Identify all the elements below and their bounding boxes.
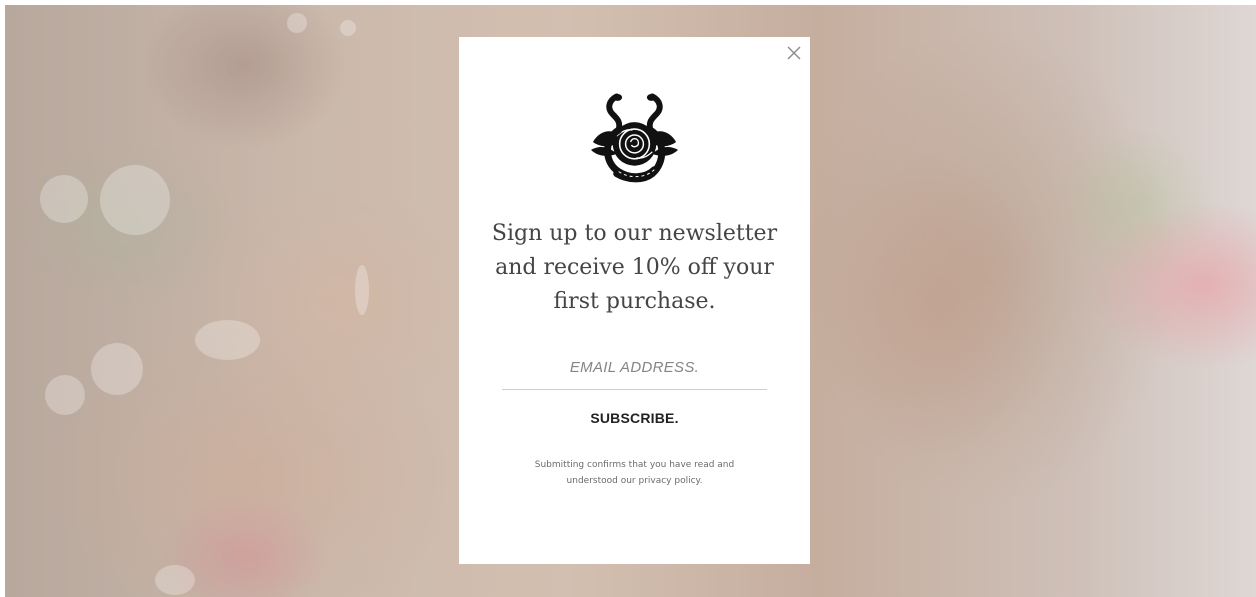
newsletter-modal: Sign up to our newsletter and receive 10… — [459, 37, 810, 564]
newsletter-headline: Sign up to our newsletter and receive 10… — [491, 221, 778, 314]
snakes-rose-logo-icon — [590, 93, 679, 183]
email-field-wrapper — [502, 345, 767, 390]
subscribe-button[interactable]: SUBSCRIBE. — [502, 400, 767, 436]
close-icon[interactable] — [786, 45, 802, 61]
email-input[interactable] — [502, 345, 767, 389]
privacy-disclaimer: Submitting confirms that you have read a… — [534, 460, 735, 486]
